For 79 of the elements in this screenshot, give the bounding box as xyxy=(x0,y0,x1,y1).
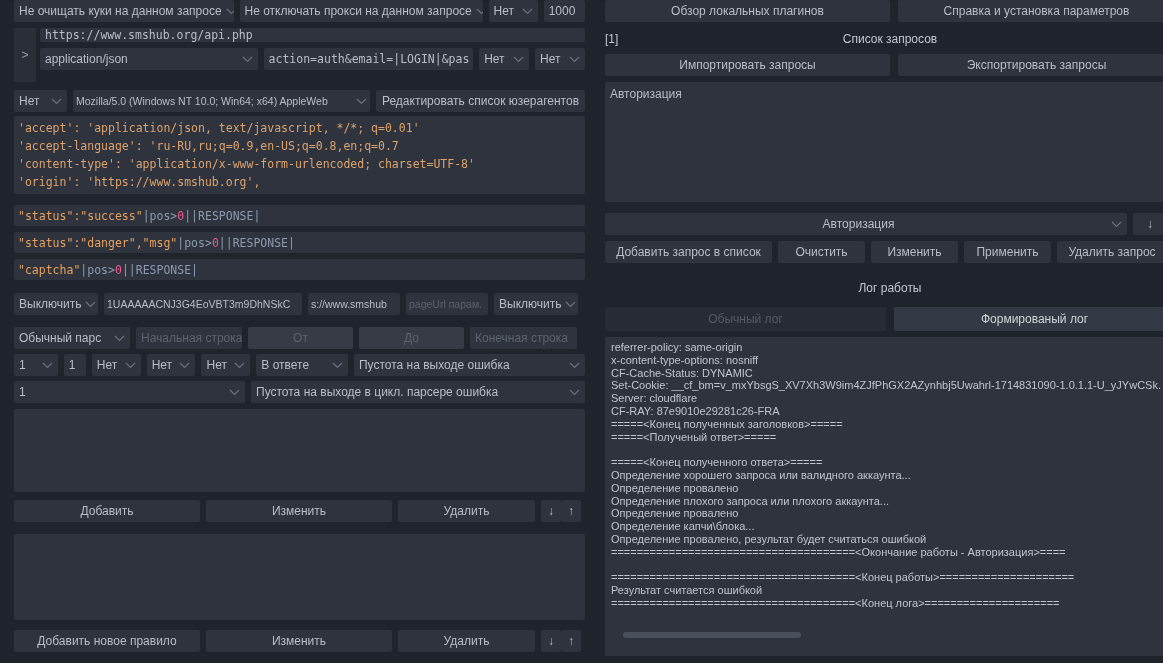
chevron-down-icon xyxy=(565,300,577,308)
option-select[interactable]: Нет xyxy=(488,0,538,22)
move-up-button[interactable]: ↑ xyxy=(561,500,581,522)
edit-user-agents-button[interactable]: Редактировать список юзерагентов xyxy=(376,90,585,112)
chevron-down-icon xyxy=(225,7,234,15)
option-select[interactable]: Нет xyxy=(201,354,251,376)
option-select[interactable]: Нет xyxy=(535,48,585,70)
cookie-select[interactable]: Не очищать куки на данном запросе xyxy=(14,0,234,22)
parse-mode-select[interactable]: Обычный парс xyxy=(14,327,130,349)
chevron-down-icon xyxy=(569,388,580,396)
proxy-select[interactable]: Не отключать прокси на данном запросе xyxy=(239,0,483,22)
delete-button[interactable]: Удалить xyxy=(398,500,535,522)
request-item[interactable]: Авторизация xyxy=(609,86,1163,102)
request-select[interactable]: Авторизация xyxy=(605,213,1127,235)
export-button[interactable]: Экспортировать запросы xyxy=(898,54,1163,76)
add-rule-button[interactable]: Добавить новое правило xyxy=(14,630,200,652)
request-counter: [1] xyxy=(605,32,619,46)
clear-button[interactable]: Очистить xyxy=(778,241,865,263)
option-select[interactable]: Нет xyxy=(146,354,196,376)
expand-button[interactable]: > xyxy=(14,28,36,82)
chevron-down-icon xyxy=(356,97,367,105)
chevron-down-icon xyxy=(331,361,343,369)
user-agent-select[interactable]: Mozilla/5.0 (Windows NT 10.0; Win64; x64) AppleWeb xyxy=(73,90,370,112)
chevron-down-icon xyxy=(41,361,53,369)
chevron-down-icon xyxy=(179,361,191,369)
help-button[interactable]: Справка и установка параметров xyxy=(898,0,1163,22)
chevron-down-icon xyxy=(1111,220,1122,228)
content-type-select[interactable]: application/json xyxy=(40,48,258,70)
number-field[interactable]: 1000 xyxy=(543,0,585,22)
chevron-down-icon xyxy=(234,361,246,369)
chevron-down-icon xyxy=(229,388,240,396)
option-select[interactable]: Нет xyxy=(14,90,67,112)
move-down-button[interactable]: ↓ xyxy=(541,630,561,652)
move-down-button[interactable]: ↓ xyxy=(541,500,561,522)
delete-button[interactable]: Удалить xyxy=(398,630,535,652)
site-url-field[interactable]: s://www.smshub xyxy=(308,293,400,315)
option-select[interactable]: Нет xyxy=(479,48,530,70)
site-key-field[interactable]: 1UAAAAACNJ3G4EoVBT3m9DhNSkC xyxy=(104,293,302,315)
condition-field[interactable]: "status":"danger","msg"|pos>0||RESPONSE| xyxy=(14,232,585,253)
move-up-button[interactable]: ↑ xyxy=(561,630,581,652)
count-select[interactable]: 1 xyxy=(14,354,58,376)
body-field[interactable]: action=auth&email=|LOGIN|&pas xyxy=(263,48,474,70)
loop-error-select[interactable]: Пустота на выходе в цикл. парсере ошибка xyxy=(251,381,585,403)
chevron-down-icon xyxy=(569,361,580,369)
add-request-button[interactable]: Добавить запрос в список xyxy=(605,241,772,263)
import-button[interactable]: Импортировать запросы xyxy=(605,54,890,76)
captcha-select[interactable]: Выключить xyxy=(14,293,98,315)
add-button[interactable]: Добавить xyxy=(14,500,200,522)
log-output: referrer-policy: same-origin x-content-type-options: nosniff CF-Cache-Status: DYNAMIC Set-Cookie: __cf_bm=v_mxYbsgS_XV7Xh3W9im4ZJfPhGX2AZynhbj5Uwahrl-1714831090-1.0.1.1-U_yJYwCSk. Server: cloudflare CF-RAY: 87e9010e29281c26-FRA =====<Конец полученных заголовков>===== =====<Полученый ответ>===== =====<Конец полученного ответа>===== Определение хорошего запроса или валидного аккаунта... Определение провалено Определение плохого запроса или плохого аккаунта... Определение провалено Определение капчи\блока... Определение провалено, результат будет считаться ошибкой ======================================<Окончание работы - Авторизация>==== ======================================<Конец работы>===================== Результат считается ошибкой ======================================<Конец лога>===================== xyxy=(605,337,1163,656)
edit-button[interactable]: Изменить xyxy=(206,500,392,522)
plugins-button[interactable]: Обзор локальных плагинов xyxy=(605,0,890,22)
option-select[interactable]: Нет xyxy=(91,354,141,376)
edit-button[interactable]: Изменить xyxy=(206,630,392,652)
delete-request-button[interactable]: Удалить запрос xyxy=(1057,241,1163,263)
chevron-down-icon xyxy=(513,55,525,63)
log-tab[interactable]: Формированый лог xyxy=(894,307,1163,331)
apply-button[interactable]: Применить xyxy=(964,241,1051,263)
count-select[interactable]: 1 xyxy=(14,381,245,403)
condition-field[interactable]: "captcha"|pos>0||RESPONSE| xyxy=(14,259,585,280)
location-select[interactable]: В ответе xyxy=(256,354,348,376)
captcha-select[interactable]: Выключить xyxy=(494,293,578,315)
log-title: Лог работы xyxy=(858,281,922,295)
chevron-down-icon xyxy=(124,361,136,369)
condition-field[interactable]: "status":"success"|pos>0||RESPONSE| xyxy=(14,205,585,226)
count-field[interactable]: 1 xyxy=(63,354,86,376)
move-down-button[interactable]: ↓ xyxy=(1133,213,1163,235)
chevron-down-icon xyxy=(241,55,253,63)
horizontal-scrollbar[interactable] xyxy=(623,632,801,638)
error-select[interactable]: Пустота на выходе ошибка xyxy=(353,354,585,376)
requests-title: Список запросов xyxy=(842,32,938,46)
chevron-down-icon xyxy=(475,7,483,15)
chevron-down-icon xyxy=(569,55,580,63)
headers-editor[interactable]: 'accept': 'application/json, text/javascript, */*; q=0.01' 'accept-language': 'ru-RU,ru;q=0.9,en-US;q=0.8,en;q=0.7 'content-type': 'application/x-www-form-urlencoded; charset=UTF-8' 'origin': 'https://www.smshub.org', xyxy=(14,116,585,194)
chevron-down-icon xyxy=(85,300,97,308)
chevron-down-icon xyxy=(114,334,125,342)
edit-button[interactable]: Изменить xyxy=(871,241,958,263)
chevron-down-icon xyxy=(51,97,62,105)
chevron-down-icon xyxy=(521,7,533,15)
url-field[interactable]: https://www.smshub.org/api.php xyxy=(40,28,585,42)
